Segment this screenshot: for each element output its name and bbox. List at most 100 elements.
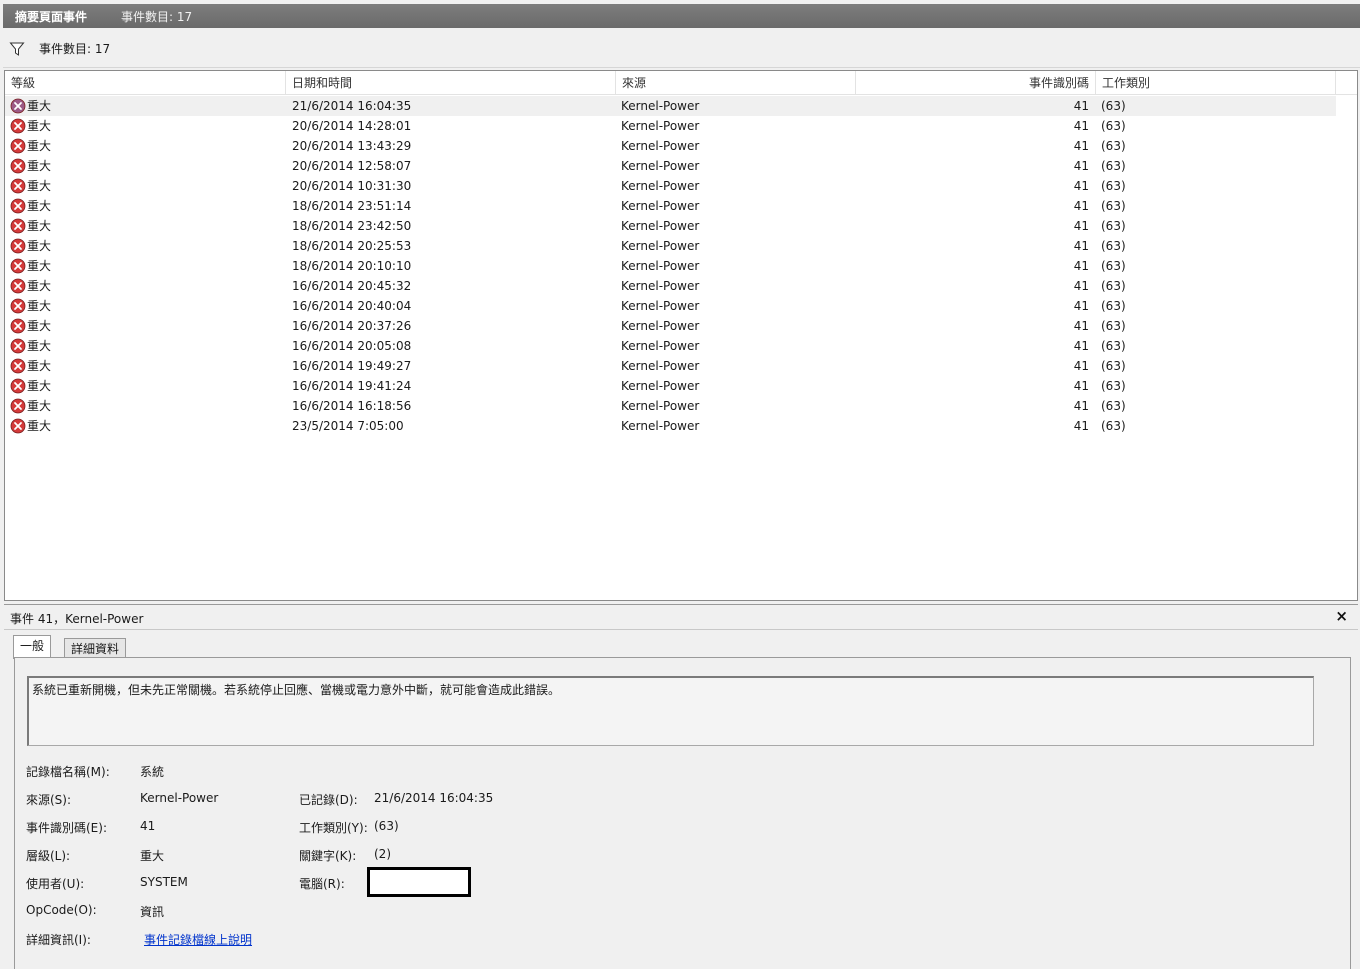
row-level: 重大 bbox=[27, 419, 52, 433]
keywords-label: 關鍵字(K): bbox=[299, 849, 357, 863]
column-header-datetime[interactable]: 日期和時間 bbox=[286, 71, 616, 95]
critical-error-icon bbox=[10, 158, 26, 174]
critical-error-icon bbox=[10, 358, 26, 374]
critical-error-icon bbox=[10, 318, 26, 334]
row-event-id: 41 bbox=[1073, 419, 1089, 433]
row-event-id: 41 bbox=[1073, 279, 1089, 293]
column-header-event-id[interactable]: 事件識別碼 bbox=[856, 71, 1096, 95]
event-id-label: 事件識別碼(E): bbox=[26, 821, 107, 835]
critical-error-icon bbox=[10, 178, 26, 194]
table-row[interactable]: 重大 21/6/2014 16:04:35 Kernel-Power 41 (63) bbox=[5, 96, 1336, 116]
critical-error-icon bbox=[10, 218, 26, 234]
row-datetime: 16/6/2014 20:40:04 bbox=[292, 299, 412, 313]
row-datetime: 18/6/2014 20:10:10 bbox=[292, 259, 412, 273]
table-row[interactable]: 重大 16/6/2014 20:37:26 Kernel-Power 41 (63) bbox=[5, 316, 1336, 336]
row-datetime: 18/6/2014 20:25:53 bbox=[292, 239, 412, 253]
row-task-category: (63) bbox=[1101, 359, 1126, 373]
row-level: 重大 bbox=[27, 159, 52, 173]
row-source: Kernel-Power bbox=[621, 239, 700, 253]
critical-error-icon bbox=[10, 398, 26, 414]
column-header-level[interactable]: 等級 bbox=[5, 71, 286, 95]
row-source: Kernel-Power bbox=[621, 419, 700, 433]
event-description[interactable]: 系統已重新開機，但未先正常關機。若系統停止回應、當機或電力意外中斷，就可能會造成… bbox=[27, 676, 1314, 746]
row-level: 重大 bbox=[27, 99, 52, 113]
source-label: 來源(S): bbox=[26, 793, 72, 807]
column-header-task-category[interactable]: 工作類別 bbox=[1096, 71, 1336, 95]
close-icon[interactable]: × bbox=[1335, 607, 1348, 625]
critical-error-icon bbox=[10, 98, 26, 114]
online-help-link[interactable]: 事件記錄檔線上說明 bbox=[144, 931, 252, 948]
table-row[interactable]: 重大 16/6/2014 16:18:56 Kernel-Power 41 (63) bbox=[5, 396, 1336, 416]
table-row[interactable]: 重大 16/6/2014 20:05:08 Kernel-Power 41 (63) bbox=[5, 336, 1336, 356]
row-event-id: 41 bbox=[1073, 359, 1089, 373]
filter-bar: 事件數目: 17 bbox=[3, 30, 1360, 68]
row-task-category: (63) bbox=[1101, 279, 1126, 293]
row-datetime: 16/6/2014 16:18:56 bbox=[292, 399, 412, 413]
row-event-id: 41 bbox=[1073, 339, 1089, 353]
row-task-category: (63) bbox=[1101, 179, 1126, 193]
row-event-id: 41 bbox=[1073, 139, 1089, 153]
row-event-id: 41 bbox=[1073, 319, 1089, 333]
row-task-category: (63) bbox=[1101, 119, 1126, 133]
row-datetime: 16/6/2014 19:49:27 bbox=[292, 359, 412, 373]
logged-label: 已記錄(D): bbox=[299, 793, 358, 807]
row-event-id: 41 bbox=[1073, 99, 1089, 113]
row-source: Kernel-Power bbox=[621, 119, 700, 133]
row-source: Kernel-Power bbox=[621, 99, 700, 113]
row-task-category: (63) bbox=[1101, 139, 1126, 153]
event-list[interactable]: 等級 日期和時間 來源 事件識別碼 工作類別 重大 21/6/2014 16:04… bbox=[4, 70, 1358, 601]
task-category-label: 工作類別(Y): bbox=[299, 821, 368, 835]
table-row[interactable]: 重大 20/6/2014 12:58:07 Kernel-Power 41 (63) bbox=[5, 156, 1336, 176]
table-row[interactable]: 重大 16/6/2014 20:40:04 Kernel-Power 41 (63) bbox=[5, 296, 1336, 316]
table-row[interactable]: 重大 20/6/2014 13:43:29 Kernel-Power 41 (63) bbox=[5, 136, 1336, 156]
row-datetime: 21/6/2014 16:04:35 bbox=[292, 99, 412, 113]
user-label: 使用者(U): bbox=[26, 877, 85, 891]
row-datetime: 20/6/2014 13:43:29 bbox=[292, 139, 412, 153]
row-task-category: (63) bbox=[1101, 239, 1126, 253]
more-info-label: 詳細資訊(I): bbox=[26, 933, 91, 947]
critical-error-icon bbox=[10, 238, 26, 254]
summary-title-bar: 摘要頁面事件 事件數目: 17 bbox=[3, 4, 1360, 28]
row-source: Kernel-Power bbox=[621, 179, 700, 193]
row-level: 重大 bbox=[27, 139, 52, 153]
filter-icon[interactable] bbox=[9, 41, 25, 57]
table-row[interactable]: 重大 16/6/2014 19:41:24 Kernel-Power 41 (63) bbox=[5, 376, 1336, 396]
row-source: Kernel-Power bbox=[621, 299, 700, 313]
row-level: 重大 bbox=[27, 119, 52, 133]
row-level: 重大 bbox=[27, 219, 52, 233]
table-row[interactable]: 重大 18/6/2014 20:10:10 Kernel-Power 41 (63) bbox=[5, 256, 1336, 276]
event-detail-panel: 事件 41，Kernel-Power × 一般 詳細資料 系統已重新開機，但未先… bbox=[4, 604, 1358, 969]
row-source: Kernel-Power bbox=[621, 399, 700, 413]
row-task-category: (63) bbox=[1101, 379, 1126, 393]
table-row[interactable]: 重大 16/6/2014 20:45:32 Kernel-Power 41 (63) bbox=[5, 276, 1336, 296]
row-source: Kernel-Power bbox=[621, 279, 700, 293]
critical-error-icon bbox=[10, 118, 26, 134]
log-name-label: 記錄檔名稱(M): bbox=[26, 765, 110, 779]
row-task-category: (63) bbox=[1101, 219, 1126, 233]
keywords-value: (2) bbox=[374, 847, 391, 861]
event-count: 事件數目: 17 bbox=[121, 9, 193, 24]
table-row[interactable]: 重大 16/6/2014 19:49:27 Kernel-Power 41 (63) bbox=[5, 356, 1336, 376]
row-datetime: 16/6/2014 20:37:26 bbox=[292, 319, 412, 333]
row-task-category: (63) bbox=[1101, 99, 1126, 113]
tab-general[interactable]: 一般 bbox=[13, 635, 52, 659]
table-row[interactable]: 重大 20/6/2014 14:28:01 Kernel-Power 41 (63) bbox=[5, 116, 1336, 136]
row-datetime: 20/6/2014 10:31:30 bbox=[292, 179, 412, 193]
row-datetime: 16/6/2014 19:41:24 bbox=[292, 379, 412, 393]
table-row[interactable]: 重大 18/6/2014 23:42:50 Kernel-Power 41 (63) bbox=[5, 216, 1336, 236]
row-level: 重大 bbox=[27, 339, 52, 353]
row-level: 重大 bbox=[27, 239, 52, 253]
row-event-id: 41 bbox=[1073, 199, 1089, 213]
table-row[interactable]: 重大 20/6/2014 10:31:30 Kernel-Power 41 (63) bbox=[5, 176, 1336, 196]
row-event-id: 41 bbox=[1073, 219, 1089, 233]
row-task-category: (63) bbox=[1101, 259, 1126, 273]
logged-value: 21/6/2014 16:04:35 bbox=[374, 791, 494, 805]
table-row[interactable]: 重大 23/5/2014 7:05:00 Kernel-Power 41 (63) bbox=[5, 416, 1336, 436]
row-datetime: 18/6/2014 23:51:14 bbox=[292, 199, 412, 213]
row-event-id: 41 bbox=[1073, 239, 1089, 253]
table-row[interactable]: 重大 18/6/2014 20:25:53 Kernel-Power 41 (63) bbox=[5, 236, 1336, 256]
row-source: Kernel-Power bbox=[621, 359, 700, 373]
column-header-source[interactable]: 來源 bbox=[616, 71, 856, 95]
critical-error-icon bbox=[10, 338, 26, 354]
table-row[interactable]: 重大 18/6/2014 23:51:14 Kernel-Power 41 (63) bbox=[5, 196, 1336, 216]
